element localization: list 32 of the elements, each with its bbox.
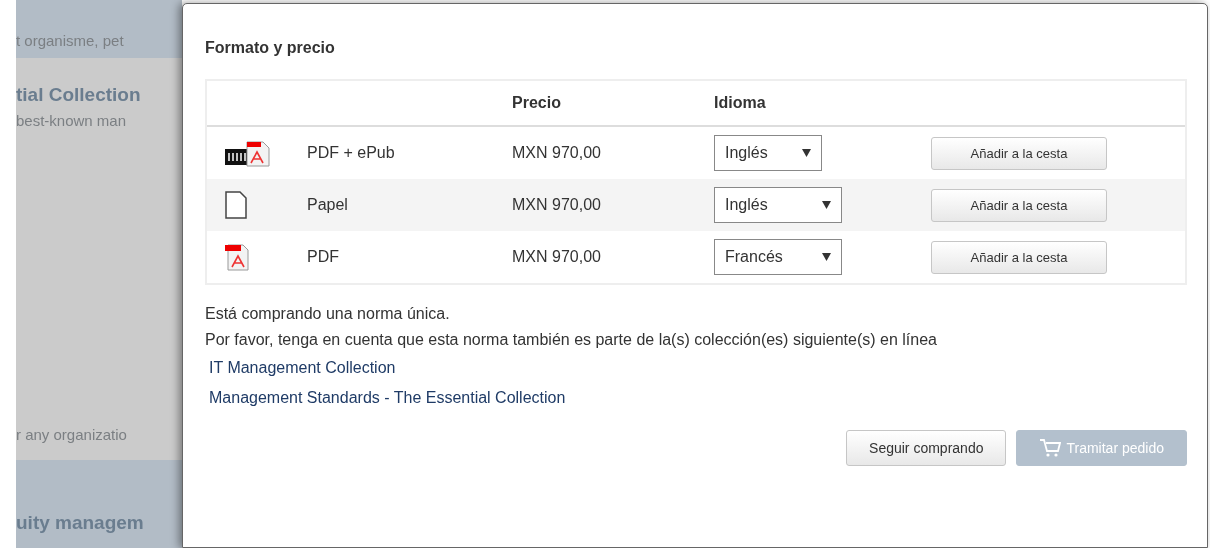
notice-text: Está comprando una norma única. (205, 304, 451, 324)
pdf-icon (225, 243, 249, 271)
dialog-title: Formato y precio (205, 39, 336, 57)
column-header: Idioma (714, 94, 767, 112)
price-cell-text: MXN 970,00 (512, 196, 602, 214)
epub-pdf-icon (225, 139, 271, 167)
background-heading: tial Collection (16, 83, 142, 107)
add-to-cart-button[interactable]: Añadir a la cesta (931, 188, 1107, 222)
collection-link[interactable]: IT Management Collection (205, 353, 396, 383)
language-dropdown[interactable]: Inglés (714, 135, 822, 171)
price-cell-text: MXN 970,00 (512, 144, 602, 162)
add-to-cart-button[interactable]: Añadir a la cesta (931, 240, 1107, 274)
format-cell-text: PDF + ePub (307, 144, 396, 162)
price-cell-text: MXN 970,00 (512, 248, 602, 266)
collection-link[interactable]: Management Standards - The Essential Collection (205, 383, 566, 413)
cart-icon (1039, 438, 1062, 458)
continue-shopping-button[interactable]: Seguir comprando (846, 430, 1007, 466)
format-cell-text: Papel (307, 196, 349, 214)
page-icon (225, 191, 247, 219)
background-heading: uity managem (16, 511, 144, 535)
language-dropdown[interactable]: Francés (714, 239, 842, 275)
background-text: best-known man (16, 111, 128, 131)
background-text: r any organizatio (16, 425, 128, 445)
format-cell-text: PDF (307, 248, 340, 266)
caret-icon (822, 253, 831, 261)
note-text: Por favor, tenga en cuenta que esta norma también es parte de la(s) colección(es) siguiente(s) en línea (205, 330, 938, 350)
background-text: t organisme, pet (16, 31, 124, 51)
caret-icon (822, 201, 831, 209)
language-dropdown[interactable]: Inglés (714, 187, 842, 223)
column-header: Precio (512, 94, 562, 112)
add-to-cart-button[interactable]: Añadir a la cesta (931, 136, 1107, 170)
caret-icon (802, 149, 811, 157)
